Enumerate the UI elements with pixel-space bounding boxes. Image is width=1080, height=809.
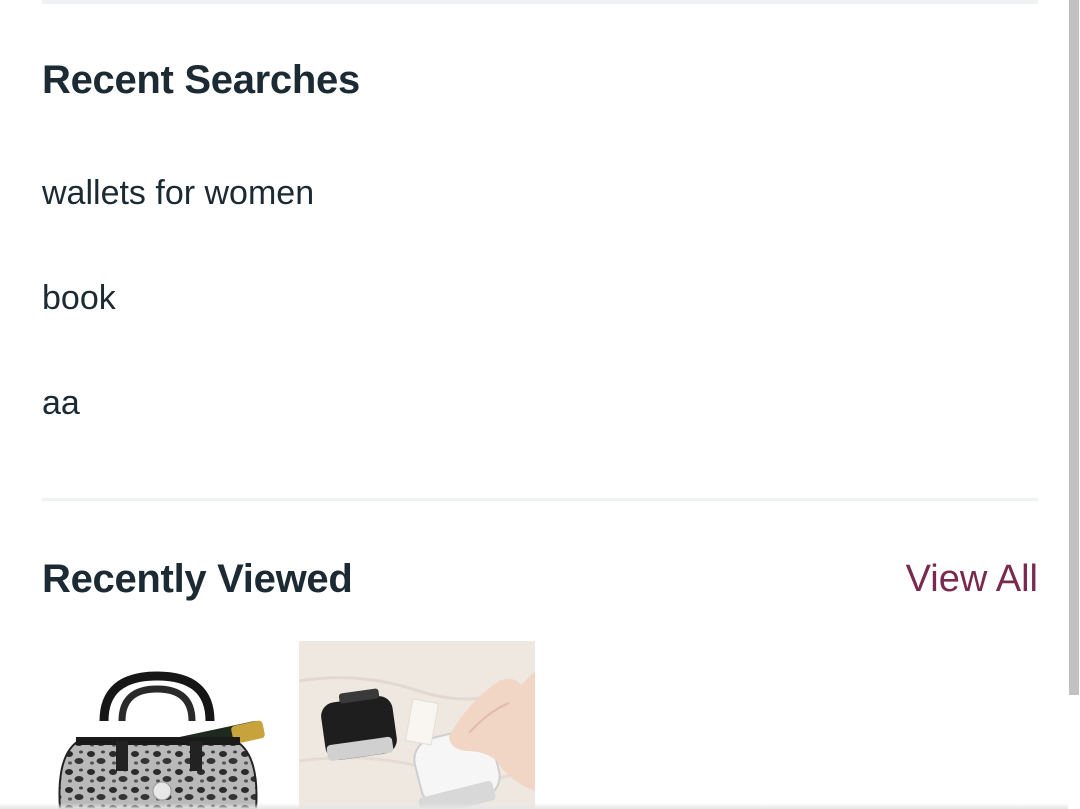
recently-viewed-product-lint-remover[interactable] [299, 641, 535, 809]
recently-viewed-product-handbag[interactable] [42, 641, 278, 809]
recent-searches-title: Recent Searches [42, 58, 360, 102]
recent-search-item[interactable]: wallets for women [42, 176, 314, 281]
scrollbar-thumb[interactable] [1069, 0, 1079, 695]
recently-viewed-title: Recently Viewed [42, 557, 353, 601]
bottom-shadow [0, 803, 1068, 809]
recent-search-item[interactable]: aa [42, 386, 314, 491]
view-all-link[interactable]: View All [906, 560, 1038, 598]
top-divider [42, 0, 1038, 4]
section-divider [42, 498, 1038, 501]
scrollbar-track[interactable] [1068, 0, 1080, 809]
handbag-image [58, 671, 265, 809]
lint-remover-image [299, 641, 535, 809]
page: Recent Searches wallets for women book a… [0, 0, 1080, 809]
recent-searches-list: wallets for women book aa [42, 176, 314, 491]
recent-search-item[interactable]: book [42, 281, 314, 386]
